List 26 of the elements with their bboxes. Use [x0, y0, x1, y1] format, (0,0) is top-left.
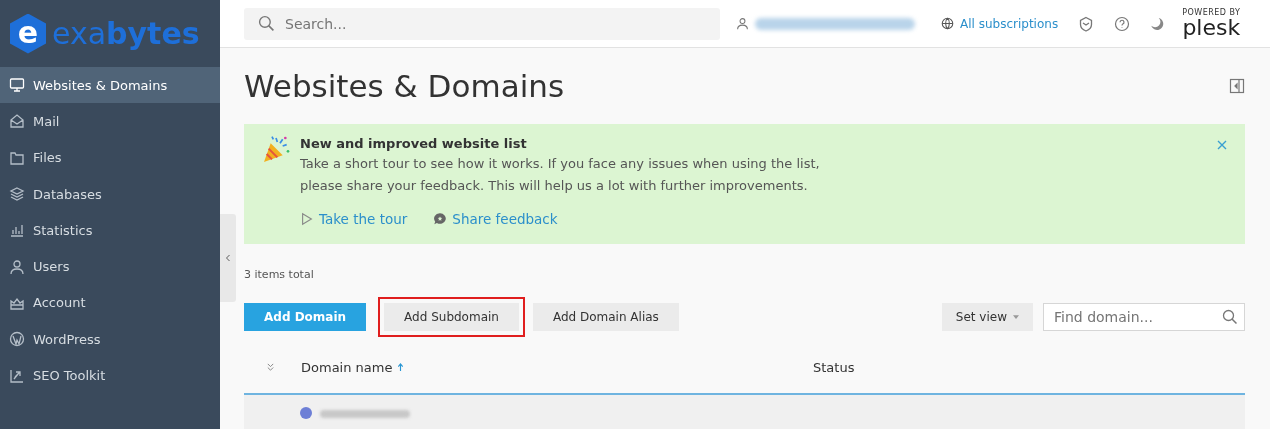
page-title: Websites & Domains: [244, 68, 565, 104]
find-domain-field[interactable]: Find domain...: [1052, 308, 1222, 326]
find-domain-box[interactable]: Find domain...: [1043, 303, 1245, 331]
logo-wordmark: exabytes: [52, 16, 200, 51]
sidebar-item[interactable]: Websites & Domains: [0, 67, 220, 104]
search-field[interactable]: Search...: [283, 14, 720, 33]
column-header[interactable]: Domain name: [301, 359, 813, 375]
sidebar-item[interactable]: Statistics: [0, 212, 220, 249]
notice-title: New and improved website list: [300, 136, 528, 151]
sidebar-item[interactable]: SEO Toolkit: [0, 357, 220, 394]
sidebar-item[interactable]: Databases: [0, 175, 220, 213]
sidebar-item[interactable]: Files: [0, 139, 220, 176]
subscriptions-link[interactable]: All subscriptions: [941, 16, 1059, 31]
brand-logo: POWERED BY plesk: [1182, 8, 1241, 39]
sidebar-item[interactable]: Users: [0, 248, 220, 285]
sidebar-item[interactable]: WordPress: [0, 321, 220, 358]
toolbar-button[interactable]: Add Subdomain: [384, 303, 519, 331]
logo-badge: e: [10, 13, 46, 54]
items-count: 3 items total: [244, 268, 315, 281]
column-header[interactable]: Status: [813, 359, 855, 375]
toolbar-button[interactable]: Add Domain Alias: [532, 303, 679, 331]
sidebar-item[interactable]: Mail: [0, 103, 220, 140]
sidebar-item[interactable]: Account: [0, 284, 220, 322]
notice-text: Take a short tour to see how it works. If you face any issues when using the list, please share your feedback. This will help us a lot with further improvements.: [300, 155, 820, 195]
search-bar[interactable]: Search...: [244, 7, 720, 40]
set-view-button[interactable]: Set view: [941, 303, 1033, 331]
